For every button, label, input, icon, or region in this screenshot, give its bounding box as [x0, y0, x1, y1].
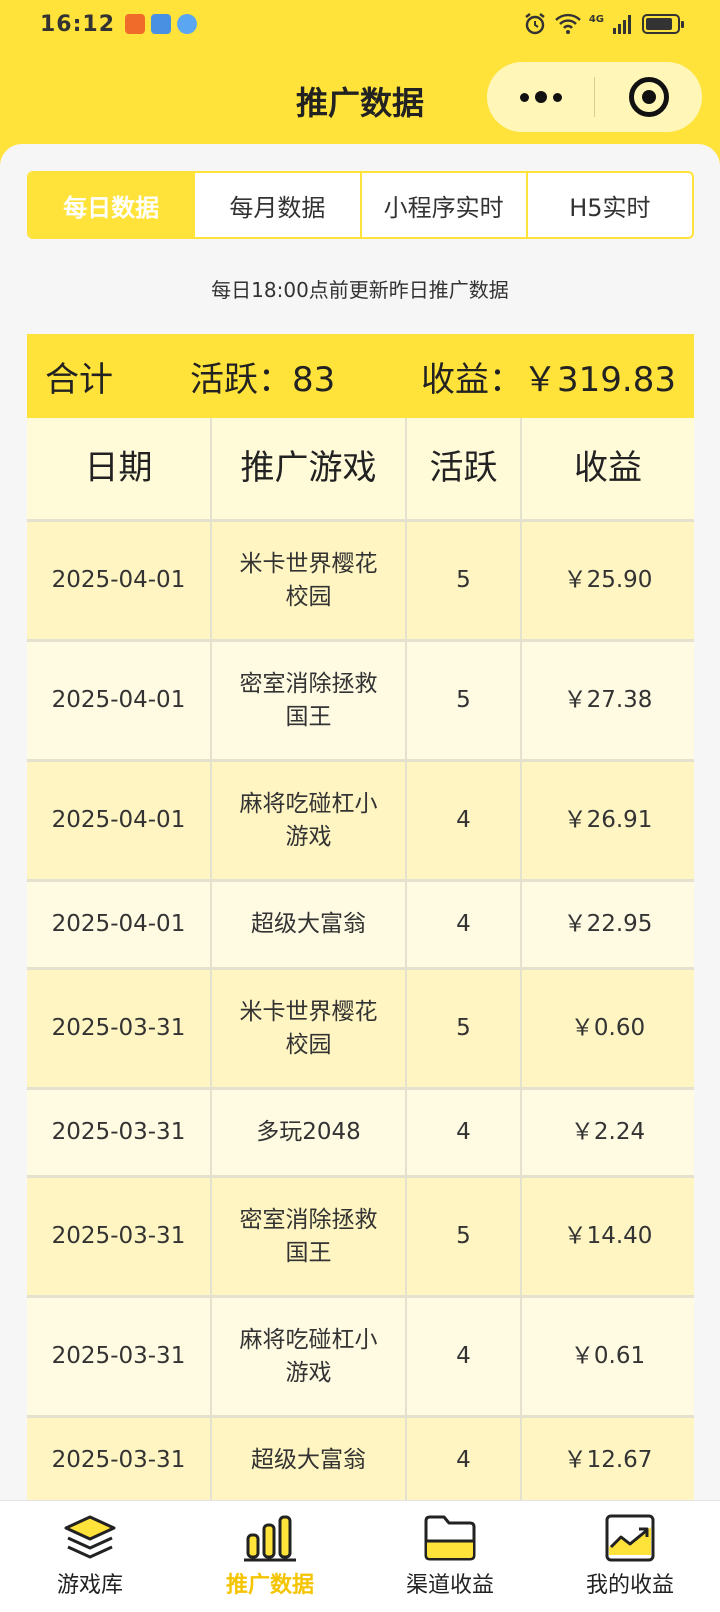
table-row: 2025-03-31 米卡世界樱花校园 5 ￥0.60 — [27, 970, 694, 1090]
status-time: 16:12 — [40, 11, 116, 37]
cell-income: ￥12.67 — [563, 1447, 653, 1474]
network-type: 4G — [588, 14, 604, 25]
cell-active: 4 — [407, 1418, 522, 1500]
mini-program-capsule — [487, 62, 702, 132]
cell-game: 密室消除拯救国王 — [212, 1178, 407, 1295]
header-game: 推广游戏 — [212, 418, 407, 519]
content-panel: 每日数据 每月数据 小程序实时 H5实时 每日18:00点前更新昨日推广数据 合计 活… — [0, 144, 720, 1500]
cell-income: ￥25.90 — [563, 567, 653, 594]
summary-bar: 合计 活跃：83 收益：￥319.83 — [27, 334, 694, 418]
tabbar-item-channel-income[interactable]: 渠道收益 — [360, 1501, 540, 1612]
app-notification-icon — [177, 14, 198, 34]
more-button[interactable] — [487, 62, 594, 132]
table-row: 2025-03-31 多玩2048 4 ￥2.24 — [27, 1090, 694, 1178]
summary-label: 合计 — [45, 359, 113, 400]
tabbar-item-game-library[interactable]: 游戏库 — [0, 1501, 180, 1612]
tab-1[interactable]: 每月数据 — [195, 173, 362, 237]
cell-income: ￥0.60 — [570, 1015, 646, 1042]
app-notification-icon — [125, 14, 146, 34]
cell-active: 5 — [407, 522, 522, 639]
tabbar-label: 推广数据 — [225, 1573, 314, 1598]
cell-active: 4 — [407, 1298, 522, 1415]
close-target-icon — [628, 77, 669, 117]
cell-income: ￥26.91 — [563, 807, 653, 834]
table-row: 2025-04-01 超级大富翁 4 ￥22.95 — [27, 882, 694, 970]
cell-active: 4 — [407, 1090, 522, 1175]
bottom-tab-bar: 游戏库 推广数据 渠道收益 我的收益 — [0, 1500, 720, 1612]
data-table: 日期 推广游戏 活跃 收益 2025-04-01 米卡世界樱花校园 5 ￥25.90 2… — [27, 418, 694, 1500]
close-button[interactable] — [595, 62, 702, 132]
tabbar-item-my-income[interactable]: 我的收益 — [540, 1501, 720, 1612]
cell-date: 2025-04-01 — [27, 762, 212, 879]
header-active: 活跃 — [407, 418, 522, 519]
alarm-icon — [525, 13, 545, 35]
cell-income: ￥22.95 — [563, 911, 653, 938]
table-body[interactable]: 2025-04-01 米卡世界樱花校园 5 ￥25.90 2025-04-01 密室消除拯… — [27, 522, 694, 1500]
more-dot-icon — [519, 92, 529, 102]
bar-chart-icon — [242, 1513, 298, 1563]
battery-icon — [642, 14, 684, 34]
table-row: 2025-04-01 麻将吃碰杠小游戏 4 ￥26.91 — [27, 762, 694, 882]
cell-date: 2025-04-01 — [27, 522, 212, 639]
cell-game: 多玩2048 — [212, 1090, 407, 1175]
cell-income: ￥27.38 — [563, 687, 653, 714]
status-bar: 16:12 4G — [0, 0, 720, 48]
cell-date: 2025-03-31 — [27, 1178, 212, 1295]
cell-date: 2025-04-01 — [27, 882, 212, 967]
cell-game: 超级大富翁 — [212, 882, 407, 967]
folder-icon — [422, 1513, 478, 1563]
header-income: 收益 — [574, 447, 642, 488]
cell-active: 5 — [407, 1178, 522, 1295]
cell-income: ￥14.40 — [563, 1223, 653, 1250]
update-notice: 每日18:00点前更新昨日推广数据 — [211, 278, 509, 302]
summary-active: 活跃：83 — [190, 359, 336, 400]
cell-date: 2025-03-31 — [27, 1090, 212, 1175]
tabbar-label: 渠道收益 — [405, 1573, 494, 1598]
layers-icon — [62, 1513, 118, 1563]
table-row: 2025-03-31 麻将吃碰杠小游戏 4 ￥0.61 — [27, 1298, 694, 1418]
app-notification-icon — [151, 14, 172, 34]
status-app-icons — [125, 14, 198, 34]
table-row: 2025-03-31 超级大富翁 4 ￥12.67 — [27, 1418, 694, 1500]
tabbar-label: 游戏库 — [56, 1573, 123, 1598]
cell-game: 超级大富翁 — [212, 1418, 407, 1500]
more-dot-icon — [534, 91, 547, 103]
cell-game: 米卡世界樱花校园 — [212, 522, 407, 639]
wifi-icon — [554, 13, 581, 34]
table-row: 2025-03-31 密室消除拯救国王 5 ￥14.40 — [27, 1178, 694, 1298]
cell-date: 2025-03-31 — [27, 970, 212, 1087]
cell-game: 米卡世界樱花校园 — [212, 970, 407, 1087]
table-header: 日期 推广游戏 活跃 收益 — [27, 418, 694, 522]
cell-date: 2025-03-31 — [27, 1298, 212, 1415]
cell-active: 4 — [407, 882, 522, 967]
trend-chart-icon — [602, 1513, 658, 1563]
header-date: 日期 — [27, 418, 212, 519]
nav-bar: 推广数据 — [0, 48, 720, 144]
cell-active: 5 — [407, 642, 522, 759]
cell-game: 麻将吃碰杠小游戏 — [212, 1298, 407, 1415]
cell-income: ￥2.24 — [570, 1119, 646, 1146]
cell-date: 2025-04-01 — [27, 642, 212, 759]
cell-active: 5 — [407, 970, 522, 1087]
table-row: 2025-04-01 米卡世界樱花校园 5 ￥25.90 — [27, 522, 694, 642]
signal-icon — [613, 15, 631, 34]
summary-income: 收益：￥319.83 — [421, 359, 676, 400]
tabbar-label: 我的收益 — [585, 1573, 674, 1598]
table-row: 2025-04-01 密室消除拯救国王 5 ￥27.38 — [27, 642, 694, 762]
tabbar-item-promo-data[interactable]: 推广数据 — [180, 1501, 360, 1612]
cell-game: 麻将吃碰杠小游戏 — [212, 762, 407, 879]
tab-2[interactable]: 小程序实时 — [362, 173, 528, 237]
more-dot-icon — [552, 92, 562, 102]
period-tabs: 每日数据 每月数据 小程序实时 H5实时 — [27, 171, 694, 239]
cell-date: 2025-03-31 — [27, 1418, 212, 1500]
cell-active: 4 — [407, 762, 522, 879]
cell-game: 密室消除拯救国王 — [212, 642, 407, 759]
battery-level — [646, 18, 672, 30]
tab-0[interactable]: 每日数据 — [29, 173, 196, 237]
cell-income: ￥0.61 — [570, 1343, 646, 1370]
tab-3[interactable]: H5实时 — [528, 173, 692, 237]
